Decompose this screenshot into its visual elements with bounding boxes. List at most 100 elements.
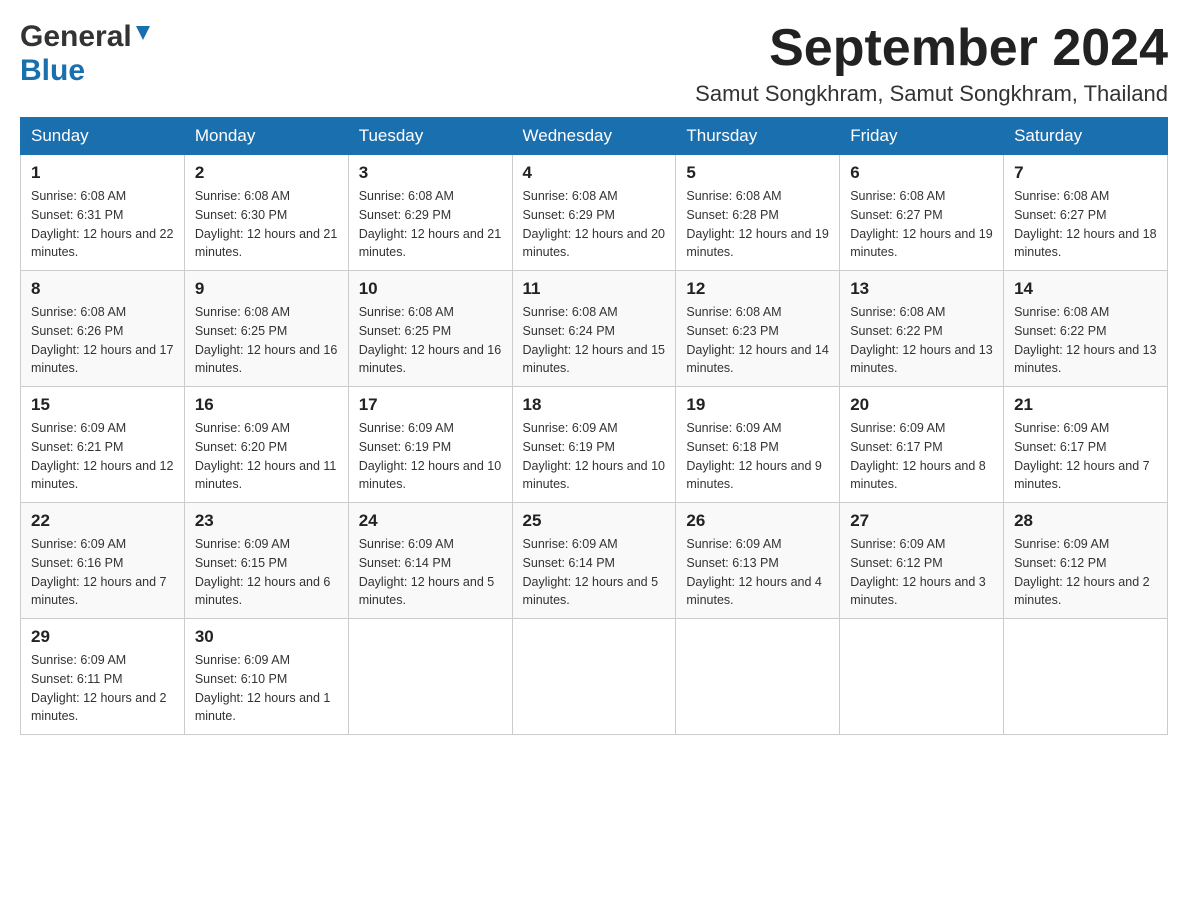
day-number: 6 bbox=[850, 163, 993, 183]
day-number: 27 bbox=[850, 511, 993, 531]
calendar-cell: 9 Sunrise: 6:08 AMSunset: 6:25 PMDayligh… bbox=[184, 271, 348, 387]
day-info: Sunrise: 6:09 AMSunset: 6:10 PMDaylight:… bbox=[195, 653, 331, 723]
calendar-cell: 11 Sunrise: 6:08 AMSunset: 6:24 PMDaylig… bbox=[512, 271, 676, 387]
day-info: Sunrise: 6:08 AMSunset: 6:28 PMDaylight:… bbox=[686, 189, 828, 259]
calendar-cell: 6 Sunrise: 6:08 AMSunset: 6:27 PMDayligh… bbox=[840, 155, 1004, 271]
day-number: 24 bbox=[359, 511, 502, 531]
day-info: Sunrise: 6:09 AMSunset: 6:16 PMDaylight:… bbox=[31, 537, 167, 607]
calendar-cell: 28 Sunrise: 6:09 AMSunset: 6:12 PMDaylig… bbox=[1004, 503, 1168, 619]
calendar-cell: 10 Sunrise: 6:08 AMSunset: 6:25 PMDaylig… bbox=[348, 271, 512, 387]
day-info: Sunrise: 6:08 AMSunset: 6:23 PMDaylight:… bbox=[686, 305, 828, 375]
day-info: Sunrise: 6:08 AMSunset: 6:22 PMDaylight:… bbox=[1014, 305, 1156, 375]
day-info: Sunrise: 6:09 AMSunset: 6:19 PMDaylight:… bbox=[359, 421, 501, 491]
day-info: Sunrise: 6:09 AMSunset: 6:15 PMDaylight:… bbox=[195, 537, 331, 607]
day-info: Sunrise: 6:08 AMSunset: 6:30 PMDaylight:… bbox=[195, 189, 337, 259]
calendar-week-row: 29 Sunrise: 6:09 AMSunset: 6:11 PMDaylig… bbox=[21, 619, 1168, 735]
day-number: 22 bbox=[31, 511, 174, 531]
title-section: September 2024 Samut Songkhram, Samut So… bbox=[695, 20, 1168, 107]
calendar-table: SundayMondayTuesdayWednesdayThursdayFrid… bbox=[20, 117, 1168, 735]
calendar-cell: 16 Sunrise: 6:09 AMSunset: 6:20 PMDaylig… bbox=[184, 387, 348, 503]
calendar-cell bbox=[512, 619, 676, 735]
day-info: Sunrise: 6:09 AMSunset: 6:18 PMDaylight:… bbox=[686, 421, 822, 491]
calendar-cell: 27 Sunrise: 6:09 AMSunset: 6:12 PMDaylig… bbox=[840, 503, 1004, 619]
calendar-cell: 8 Sunrise: 6:08 AMSunset: 6:26 PMDayligh… bbox=[21, 271, 185, 387]
logo-blue-text: Blue bbox=[20, 54, 85, 88]
calendar-week-row: 15 Sunrise: 6:09 AMSunset: 6:21 PMDaylig… bbox=[21, 387, 1168, 503]
day-number: 1 bbox=[31, 163, 174, 183]
day-number: 11 bbox=[523, 279, 666, 299]
day-of-week-header: Saturday bbox=[1004, 118, 1168, 155]
calendar-cell: 18 Sunrise: 6:09 AMSunset: 6:19 PMDaylig… bbox=[512, 387, 676, 503]
day-info: Sunrise: 6:09 AMSunset: 6:12 PMDaylight:… bbox=[1014, 537, 1150, 607]
day-number: 29 bbox=[31, 627, 174, 647]
day-info: Sunrise: 6:09 AMSunset: 6:13 PMDaylight:… bbox=[686, 537, 822, 607]
location-title: Samut Songkhram, Samut Songkhram, Thaila… bbox=[695, 81, 1168, 107]
day-number: 28 bbox=[1014, 511, 1157, 531]
day-number: 25 bbox=[523, 511, 666, 531]
day-number: 2 bbox=[195, 163, 338, 183]
day-number: 14 bbox=[1014, 279, 1157, 299]
calendar-cell: 14 Sunrise: 6:08 AMSunset: 6:22 PMDaylig… bbox=[1004, 271, 1168, 387]
calendar-week-row: 8 Sunrise: 6:08 AMSunset: 6:26 PMDayligh… bbox=[21, 271, 1168, 387]
calendar-cell: 29 Sunrise: 6:09 AMSunset: 6:11 PMDaylig… bbox=[21, 619, 185, 735]
day-of-week-header: Friday bbox=[840, 118, 1004, 155]
day-info: Sunrise: 6:09 AMSunset: 6:21 PMDaylight:… bbox=[31, 421, 173, 491]
calendar-cell: 17 Sunrise: 6:09 AMSunset: 6:19 PMDaylig… bbox=[348, 387, 512, 503]
day-info: Sunrise: 6:08 AMSunset: 6:27 PMDaylight:… bbox=[850, 189, 992, 259]
day-info: Sunrise: 6:08 AMSunset: 6:24 PMDaylight:… bbox=[523, 305, 665, 375]
day-info: Sunrise: 6:09 AMSunset: 6:14 PMDaylight:… bbox=[359, 537, 495, 607]
page-header: General Blue September 2024 Samut Songkh… bbox=[20, 20, 1168, 107]
calendar-cell: 30 Sunrise: 6:09 AMSunset: 6:10 PMDaylig… bbox=[184, 619, 348, 735]
day-number: 9 bbox=[195, 279, 338, 299]
calendar-cell bbox=[840, 619, 1004, 735]
day-number: 3 bbox=[359, 163, 502, 183]
day-info: Sunrise: 6:09 AMSunset: 6:17 PMDaylight:… bbox=[850, 421, 986, 491]
logo-arrow-icon bbox=[132, 22, 154, 49]
calendar-week-row: 1 Sunrise: 6:08 AMSunset: 6:31 PMDayligh… bbox=[21, 155, 1168, 271]
day-info: Sunrise: 6:08 AMSunset: 6:31 PMDaylight:… bbox=[31, 189, 173, 259]
day-info: Sunrise: 6:09 AMSunset: 6:20 PMDaylight:… bbox=[195, 421, 337, 491]
calendar-cell: 2 Sunrise: 6:08 AMSunset: 6:30 PMDayligh… bbox=[184, 155, 348, 271]
day-info: Sunrise: 6:08 AMSunset: 6:22 PMDaylight:… bbox=[850, 305, 992, 375]
day-info: Sunrise: 6:08 AMSunset: 6:29 PMDaylight:… bbox=[359, 189, 501, 259]
logo-general-text: General bbox=[20, 20, 132, 54]
day-number: 7 bbox=[1014, 163, 1157, 183]
day-number: 8 bbox=[31, 279, 174, 299]
day-info: Sunrise: 6:09 AMSunset: 6:11 PMDaylight:… bbox=[31, 653, 167, 723]
day-number: 23 bbox=[195, 511, 338, 531]
calendar-cell: 3 Sunrise: 6:08 AMSunset: 6:29 PMDayligh… bbox=[348, 155, 512, 271]
day-number: 30 bbox=[195, 627, 338, 647]
logo: General Blue bbox=[20, 20, 154, 88]
month-title: September 2024 bbox=[695, 20, 1168, 77]
day-of-week-header: Monday bbox=[184, 118, 348, 155]
calendar-header-row: SundayMondayTuesdayWednesdayThursdayFrid… bbox=[21, 118, 1168, 155]
day-number: 17 bbox=[359, 395, 502, 415]
day-number: 5 bbox=[686, 163, 829, 183]
day-number: 4 bbox=[523, 163, 666, 183]
day-number: 18 bbox=[523, 395, 666, 415]
day-of-week-header: Wednesday bbox=[512, 118, 676, 155]
day-number: 13 bbox=[850, 279, 993, 299]
calendar-cell: 26 Sunrise: 6:09 AMSunset: 6:13 PMDaylig… bbox=[676, 503, 840, 619]
calendar-cell bbox=[1004, 619, 1168, 735]
day-number: 10 bbox=[359, 279, 502, 299]
calendar-cell: 13 Sunrise: 6:08 AMSunset: 6:22 PMDaylig… bbox=[840, 271, 1004, 387]
calendar-week-row: 22 Sunrise: 6:09 AMSunset: 6:16 PMDaylig… bbox=[21, 503, 1168, 619]
calendar-cell: 12 Sunrise: 6:08 AMSunset: 6:23 PMDaylig… bbox=[676, 271, 840, 387]
calendar-cell: 21 Sunrise: 6:09 AMSunset: 6:17 PMDaylig… bbox=[1004, 387, 1168, 503]
day-info: Sunrise: 6:08 AMSunset: 6:27 PMDaylight:… bbox=[1014, 189, 1156, 259]
calendar-cell bbox=[348, 619, 512, 735]
day-info: Sunrise: 6:08 AMSunset: 6:26 PMDaylight:… bbox=[31, 305, 173, 375]
calendar-cell: 24 Sunrise: 6:09 AMSunset: 6:14 PMDaylig… bbox=[348, 503, 512, 619]
calendar-cell: 25 Sunrise: 6:09 AMSunset: 6:14 PMDaylig… bbox=[512, 503, 676, 619]
day-of-week-header: Tuesday bbox=[348, 118, 512, 155]
day-info: Sunrise: 6:08 AMSunset: 6:25 PMDaylight:… bbox=[359, 305, 501, 375]
day-number: 21 bbox=[1014, 395, 1157, 415]
day-of-week-header: Sunday bbox=[21, 118, 185, 155]
day-number: 20 bbox=[850, 395, 993, 415]
calendar-cell: 15 Sunrise: 6:09 AMSunset: 6:21 PMDaylig… bbox=[21, 387, 185, 503]
day-info: Sunrise: 6:09 AMSunset: 6:14 PMDaylight:… bbox=[523, 537, 659, 607]
day-number: 12 bbox=[686, 279, 829, 299]
day-info: Sunrise: 6:09 AMSunset: 6:19 PMDaylight:… bbox=[523, 421, 665, 491]
day-info: Sunrise: 6:08 AMSunset: 6:25 PMDaylight:… bbox=[195, 305, 337, 375]
